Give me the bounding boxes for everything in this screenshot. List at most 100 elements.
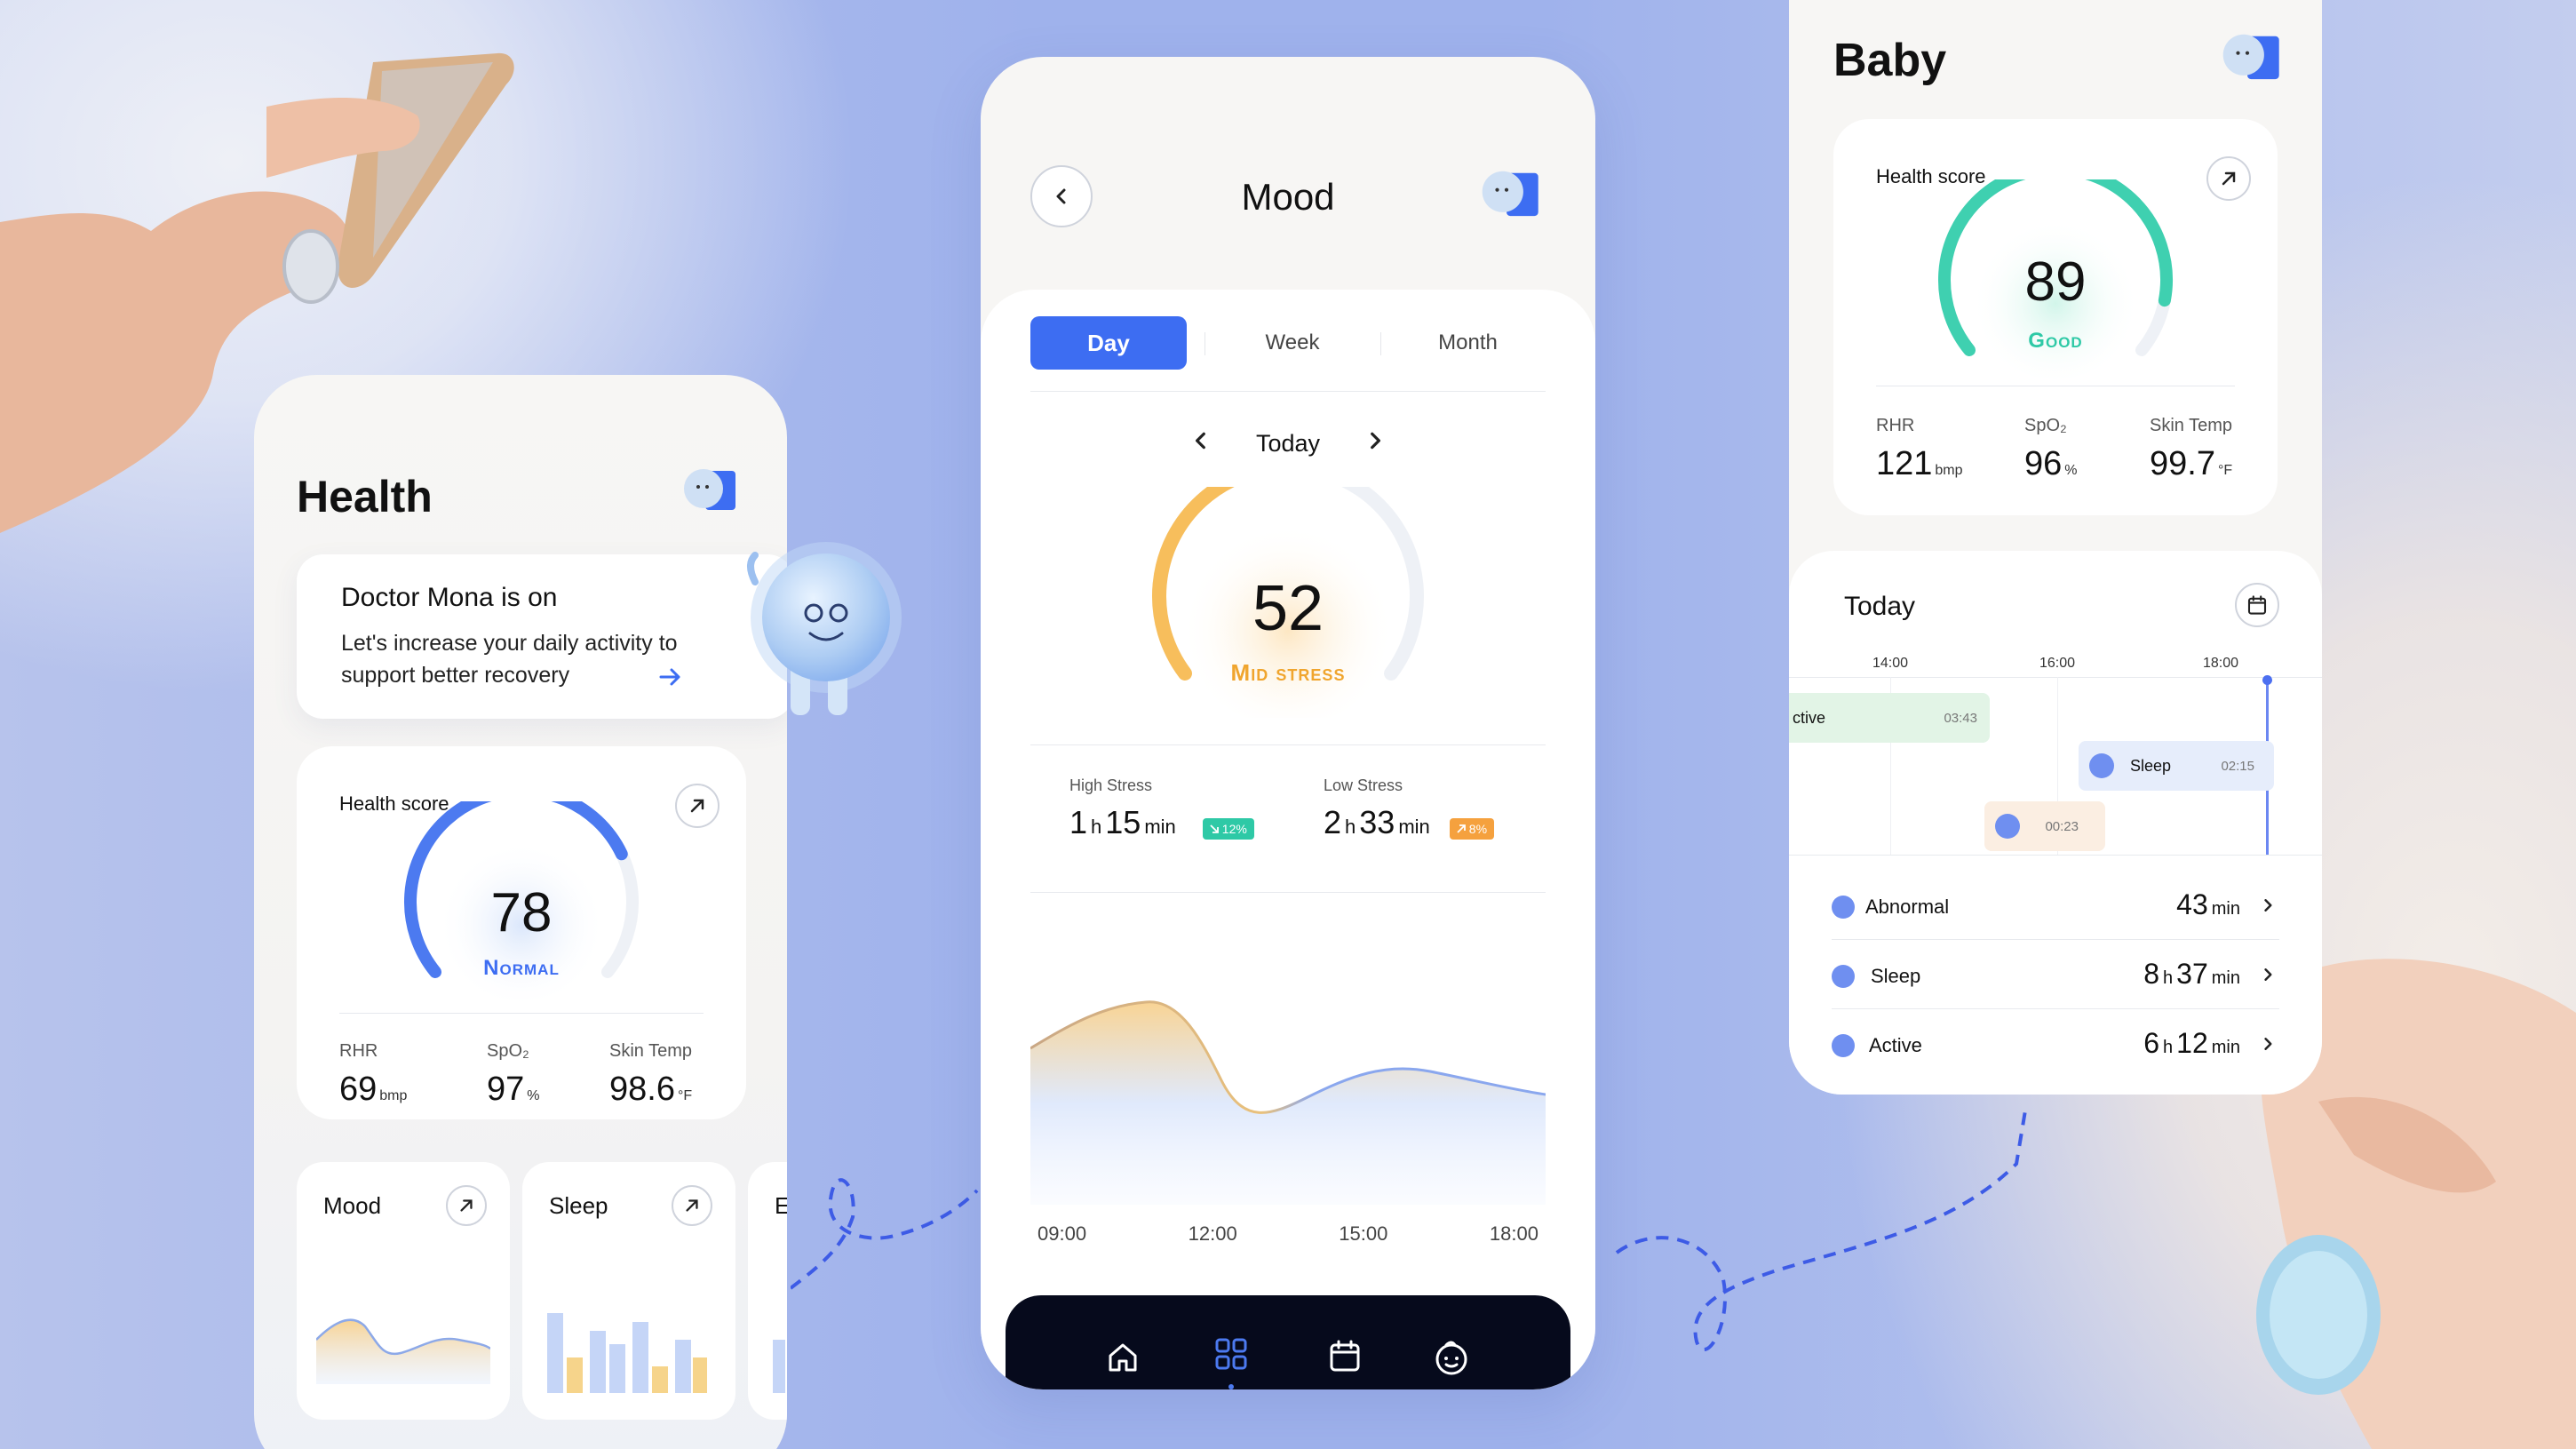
arrow-up-right-icon: [1457, 824, 1466, 833]
list-minutes: 37: [2176, 958, 2208, 990]
time-label: 18:00: [1489, 1222, 1538, 1245]
avatar[interactable]: [2210, 21, 2285, 96]
chevron-right-icon: [2264, 1038, 2272, 1050]
unit-min: min: [1398, 816, 1430, 838]
unit-h: h: [2163, 968, 2174, 988]
divider: [1380, 332, 1381, 355]
health-screen: Health Doctor Mona is on Let's increase …: [254, 375, 787, 1449]
mini-card-label: Sleep: [549, 1192, 608, 1219]
health-score-card[interactable]: Health score 78 Normal RHR 69 bmp SpO₂ 97…: [297, 746, 746, 1119]
tab-day[interactable]: Day: [1030, 316, 1187, 370]
metric-value: 98.6: [609, 1071, 675, 1108]
mood-mini-card[interactable]: Mood: [297, 1162, 510, 1420]
chevron-right-icon: [2264, 899, 2272, 912]
mood-screen: Mood Day Week Month Today 52 Mid stress: [981, 57, 1595, 1389]
today-title: Today: [1844, 592, 1916, 621]
metric-unit: %: [527, 1088, 540, 1103]
current-time-dot: [2262, 675, 2272, 685]
list-item-abnormal[interactable]: Abnormal 43 min: [1832, 871, 2279, 940]
health-score-value: 78: [490, 882, 553, 943]
arrow-up-right-icon: [460, 1199, 473, 1212]
stat-minutes: 33: [1359, 804, 1395, 840]
block-duration: 02:15: [2221, 759, 2254, 774]
mini-card-label: Mood: [323, 1192, 382, 1219]
arrow-up-right-icon: [690, 799, 704, 813]
active-icon: [1832, 1034, 1855, 1057]
avatar[interactable]: [672, 457, 743, 528]
metric-spo2: SpO₂ 97%: [487, 1041, 540, 1109]
high-stress-stat: High Stress 1h 15 min 12%: [1069, 776, 1254, 841]
divider: [1030, 744, 1546, 745]
calendar-button[interactable]: [2235, 583, 2279, 627]
stat-minutes: 15: [1105, 804, 1141, 840]
tab-month[interactable]: Month: [1390, 316, 1546, 370]
doctor-message-card[interactable]: Doctor Mona is on Let's increase your da…: [297, 554, 787, 719]
extra-mini-card[interactable]: E: [748, 1162, 787, 1420]
page-title: Health: [297, 472, 433, 521]
baby-screen: Baby Health score 89 Good RHR 121 bmp SpO…: [1789, 0, 2322, 1095]
high-stress-badge: 12%: [1202, 818, 1254, 840]
stat-hours: 1: [1069, 804, 1088, 840]
metric-skin-temp: Skin Temp 98.6 °F: [609, 1041, 692, 1109]
timeline-block-active[interactable]: ctive 03:43: [1789, 693, 1990, 743]
divider: [1789, 677, 2322, 678]
baby-health-score-card[interactable]: Health score 89 Good RHR 121 bmp SpO₂ 96%…: [1833, 119, 2278, 515]
unit-min: min: [2211, 899, 2240, 919]
expand-button[interactable]: [2206, 156, 2251, 201]
unit-min: min: [2211, 1038, 2240, 1057]
calendar-icon[interactable]: [1327, 1338, 1363, 1373]
expand-button[interactable]: [446, 1185, 487, 1226]
expand-button[interactable]: [672, 1185, 712, 1226]
timeline-block-sleep[interactable]: Sleep 02:15: [2079, 741, 2274, 791]
list-item-active[interactable]: Active 6h 12 min: [1832, 1009, 2279, 1079]
active-indicator: [1228, 1384, 1234, 1389]
next-day-icon[interactable]: [1364, 430, 1386, 451]
tab-week[interactable]: Week: [1217, 316, 1368, 370]
metric-value: 96: [2024, 445, 2063, 482]
mood-score-status: Mid stress: [1230, 659, 1346, 686]
mini-card-label: E: [775, 1192, 787, 1219]
health-score-status: Good: [2028, 329, 2083, 353]
arrow-right-icon[interactable]: [657, 665, 682, 689]
doctor-mona-mascot: [747, 542, 902, 715]
time-label: 14:00: [1872, 656, 1909, 671]
metric-value: 69: [339, 1071, 378, 1108]
sleep-mini-card[interactable]: Sleep: [522, 1162, 735, 1420]
timeline-block-abnormal[interactable]: 00:23: [1984, 801, 2105, 851]
low-stress-stat: Low Stress 2h 33 min 8%: [1324, 776, 1495, 841]
expand-button[interactable]: [675, 784, 720, 828]
badge-value: 8%: [1468, 822, 1488, 836]
block-label: ctive: [1793, 709, 1826, 727]
dashed-connector-left: [791, 1178, 979, 1290]
doctor-message-line2: support better recovery: [341, 663, 570, 688]
mood-area-chart: [1030, 1000, 1546, 1205]
baby-face-icon[interactable]: [1432, 1338, 1471, 1377]
health-score-status: Normal: [483, 956, 560, 980]
metric-label: SpO₂: [487, 1041, 529, 1061]
metric-rhr: RHR 121 bmp: [1876, 416, 1963, 483]
list-value: 43 min: [2176, 888, 2240, 921]
block-duration: 00:23: [2045, 819, 2079, 834]
list-label: Sleep: [1871, 965, 1921, 987]
home-icon[interactable]: [1105, 1340, 1141, 1375]
low-stress-badge: 8%: [1449, 818, 1495, 840]
stat-label: Low Stress: [1324, 776, 1403, 794]
list-hours: 8: [2143, 958, 2160, 990]
badge-value: 12%: [1221, 822, 1247, 836]
arrow-up-right-icon: [2222, 171, 2236, 186]
date-label: Today: [1255, 430, 1321, 457]
avatar[interactable]: [1469, 158, 1544, 233]
list-label: Abnormal: [1865, 896, 1950, 918]
chevron-right-icon: [2264, 968, 2272, 981]
doctor-message-line1: Let's increase your daily activity to: [341, 631, 678, 656]
list-minutes: 12: [2176, 1027, 2208, 1059]
extra-mini-chart: [773, 1340, 785, 1393]
metric-unit: °F: [2217, 463, 2233, 478]
grid-icon[interactable]: [1213, 1336, 1249, 1372]
list-item-sleep[interactable]: Sleep 8h 37 min: [1832, 940, 2279, 1009]
metric-unit: °F: [677, 1088, 693, 1103]
unit-h: h: [1091, 816, 1102, 838]
time-label: 12:00: [1188, 1222, 1237, 1245]
list-value: 6h 12 min: [2143, 1027, 2240, 1060]
period-tabs: Day Week Month: [1030, 316, 1546, 370]
